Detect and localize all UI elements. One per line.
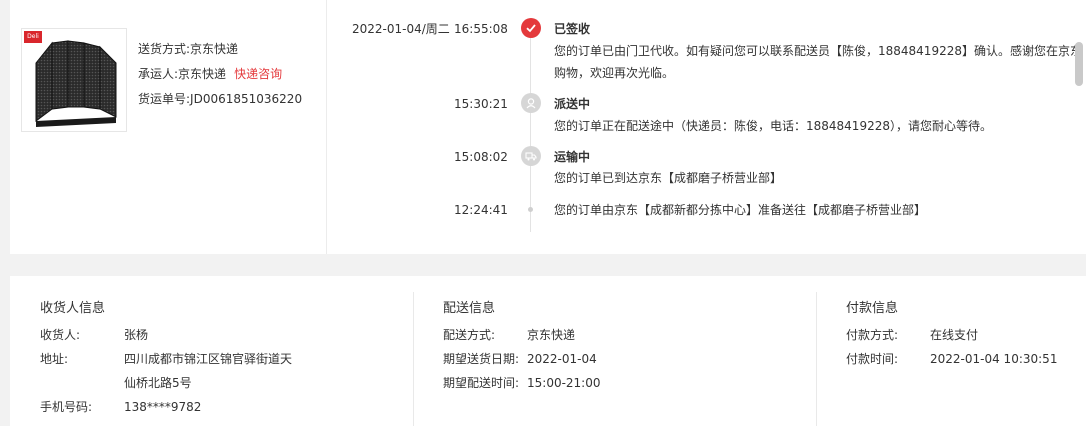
timeline-desc-cont: 购物，欢迎再次光临。 [554,66,675,80]
payment-method-label: 付款方式: [846,328,899,342]
shipping-summary: 送货方式:京东快递 承运人:京东快递 快递咨询 货运单号:JD0061851036… [138,40,302,115]
receiver-name: 张杨 [124,328,149,342]
receiver-title: 收货人信息 [40,301,106,316]
timeline-status: 派送中 [554,97,591,111]
tracking-row: 货运单号:JD0061851036220 [138,90,302,115]
timeline-desc: 您的订单已由门卫代收。如有疑问您可以联系配送员【陈俊，18848419228】确… [554,44,1082,58]
timeline-desc: 您的订单正在配送途中（快递员：陈俊，电话：18848419228），请您耐心等待… [554,119,992,133]
timeline-date: 2022-01-04/周二 [352,22,450,36]
file-rack-image [35,40,117,127]
panel-divider [326,0,327,254]
receiver-phone-label: 手机号码: [40,400,93,414]
dot-icon [528,207,533,212]
receiver-address-label: 地址: [40,352,69,366]
timeline-desc: 您的订单已到达京东【成都磨子桥营业部】 [554,171,783,185]
carrier-row: 承运人:京东快递 快递咨询 [138,65,302,90]
check-icon [521,18,541,38]
carrier-label: 承运人: [138,67,179,81]
payment-time-label: 付款时间: [846,352,899,366]
timeline-time: 12:24:41 [454,203,508,217]
delivery-method: 京东快递 [527,328,576,342]
product-thumbnail[interactable]: Deli [21,28,127,132]
tracking-label: 货运单号: [138,92,191,106]
courier-inquiry-link[interactable]: 快递咨询 [234,67,282,81]
timeline-status: 已签收 [554,22,591,36]
payment-time: 2022-01-04 10:30:51 [930,352,1058,366]
timeline-time: 16:55:08 [454,22,508,36]
timeline-time: 15:08:02 [454,150,508,164]
delivery-time: 15:00-21:00 [527,376,601,390]
delivery-date: 2022-01-04 [527,352,597,366]
receiver-address-cont: 仙桥北路5号 [124,376,192,390]
receiver-address: 四川成都市锦江区锦官驿街道天 [124,352,293,366]
delivery-time-label: 期望配送时间: [443,376,520,390]
truck-icon [521,146,541,166]
timeline-time: 15:30:21 [454,97,508,111]
ship-method-value: 京东快递 [190,42,239,56]
column-divider [816,292,817,426]
delivery-method-label: 配送方式: [443,328,496,342]
receiver-phone: 138****9782 [124,400,202,414]
payment-title: 付款信息 [846,301,899,316]
receiver-name-label: 收货人: [40,328,81,342]
column-divider [413,292,414,426]
timeline-scrollbar[interactable] [1075,42,1083,86]
payment-method: 在线支付 [930,328,979,342]
courier-icon [521,93,541,113]
delivery-title: 配送信息 [443,301,496,316]
carrier-value: 京东快递 [178,67,227,81]
tracking-number[interactable]: JD0061851036220 [190,92,302,106]
ship-method-row: 送货方式:京东快递 [138,40,302,65]
timeline-status: 运输中 [554,150,591,164]
delivery-date-label: 期望送货日期: [443,352,520,366]
ship-method-label: 送货方式: [138,42,191,56]
timeline-desc: 您的订单由京东【成都新都分拣中心】准备送往【成都磨子桥营业部】 [554,203,927,217]
timeline-line [530,28,531,232]
